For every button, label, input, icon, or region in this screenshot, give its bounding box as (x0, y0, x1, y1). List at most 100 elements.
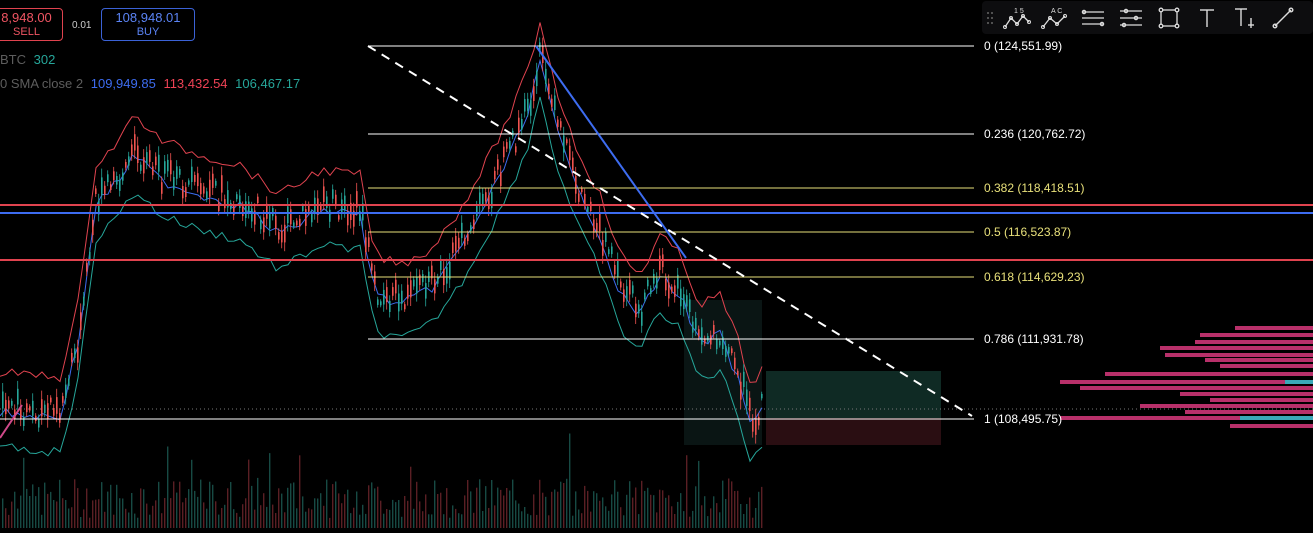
volume-bar (86, 488, 88, 528)
candle-body (419, 274, 421, 285)
sell-button[interactable]: 8,948.00 SELL (0, 8, 63, 41)
volume-bar (491, 480, 493, 528)
candle-body (632, 285, 634, 294)
candle-body (113, 171, 115, 181)
volume-profile-bar (1080, 386, 1313, 390)
candle-body (224, 199, 226, 209)
candle-body (557, 119, 559, 127)
bollinger-lower-value: 106,467.17 (235, 76, 301, 91)
candle-body (527, 98, 529, 111)
volume-bar (710, 508, 712, 528)
candle-body (746, 389, 748, 406)
volume-bar (263, 493, 265, 528)
descending-trend-line (535, 45, 687, 259)
volume-bar (407, 500, 409, 528)
volume-bar (332, 484, 334, 528)
fib-level-0618-label[interactable]: 0.618 (114,629.23) (984, 270, 1085, 284)
candle-body (332, 189, 334, 199)
volume-bar (524, 507, 526, 528)
candle-body (470, 225, 472, 231)
anchored-text-icon[interactable] (1226, 1, 1264, 34)
volume-bar (533, 494, 535, 528)
candle-body (458, 237, 460, 249)
candle-body (473, 219, 475, 229)
volume-bar (746, 504, 748, 528)
candle-body (86, 262, 88, 272)
candle-body (152, 166, 154, 176)
pitchfork-icon[interactable] (1112, 1, 1150, 34)
candle-body (335, 194, 337, 205)
candle-body (686, 295, 688, 307)
volume-bar (515, 500, 517, 528)
fib-level-0236-label[interactable]: 0.236 (120,762.72) (984, 127, 1085, 141)
text-icon[interactable] (1188, 1, 1226, 34)
candle-body (56, 397, 58, 414)
candle-body (650, 288, 652, 294)
volume-bar (677, 501, 679, 528)
trend-line-icon[interactable] (1264, 1, 1302, 34)
volume-bar (626, 494, 628, 528)
volume-bar (434, 480, 436, 528)
volume-bar (590, 511, 592, 528)
parallel-channel-icon[interactable] (1074, 1, 1112, 34)
candle-body (5, 399, 7, 415)
candle-body (398, 293, 400, 312)
candle-body (395, 279, 397, 294)
volume-bar (95, 499, 97, 528)
volume-bar (446, 488, 448, 528)
fib-level-0786-label[interactable]: 0.786 (111,931.78) (984, 332, 1084, 346)
volume-bar (17, 508, 19, 528)
rectangle-icon[interactable] (1150, 1, 1188, 34)
drag-handle-icon[interactable] (982, 1, 998, 34)
candle-body (623, 289, 625, 302)
candle-body (11, 400, 13, 406)
candle-body (206, 191, 208, 199)
volume-profile-poc-bar (1285, 380, 1313, 384)
fib-level-05-label[interactable]: 0.5 (116,523.87) (984, 225, 1071, 239)
volume-bar (398, 500, 400, 528)
buy-button[interactable]: 108,948.01 BUY (101, 8, 195, 41)
bollinger-legend[interactable]: 0 SMA close 2 109,949.85 113,432.54 106,… (0, 76, 300, 91)
candle-body (278, 232, 280, 240)
candle-body (461, 222, 463, 239)
fib-level-0382-label[interactable]: 0.382 (118,418.51) (984, 181, 1085, 195)
volume-legend[interactable]: BTC 302 (0, 52, 55, 67)
volume-bar (638, 514, 640, 528)
candle-body (65, 384, 67, 398)
volume-bar (233, 509, 235, 528)
volume-bar (527, 513, 529, 528)
candle-body (404, 304, 406, 310)
volume-bar (380, 500, 382, 528)
candle-body (71, 352, 73, 362)
xabcd-pattern-icon[interactable]: 1 5 (998, 1, 1036, 34)
candle-body (368, 237, 370, 247)
long-position-loss-zone (766, 418, 941, 445)
fib-level-1-label[interactable]: 1 (108,495.75) (984, 412, 1062, 426)
candle-body (170, 160, 172, 175)
volume-bar (119, 498, 121, 528)
volume-profile-bar (1165, 353, 1313, 357)
candle-body (626, 286, 628, 300)
sell-label: SELL (13, 26, 40, 38)
volume-bar (275, 513, 277, 528)
candle-body (653, 273, 655, 284)
volume-bar (11, 501, 13, 528)
candle-body (182, 186, 184, 199)
volume-bar (107, 491, 109, 528)
candle-body (545, 68, 547, 84)
abcd-pattern-icon[interactable]: A C (1036, 1, 1074, 34)
volume-bar (269, 453, 271, 528)
volume-bar (83, 509, 85, 528)
volume-bar (311, 509, 313, 528)
volume-legend-label: BTC (0, 52, 26, 67)
volume-bar (335, 481, 337, 528)
candle-body (8, 400, 10, 409)
volume-bar (188, 489, 190, 528)
candle-body (635, 303, 637, 318)
volume-bar (179, 481, 181, 528)
volume-bar (689, 516, 691, 528)
candle-body (83, 296, 85, 306)
fib-level-0-label[interactable]: 0 (124,551.99) (984, 39, 1062, 53)
volume-bar (509, 490, 511, 528)
volume-bar (92, 500, 94, 528)
